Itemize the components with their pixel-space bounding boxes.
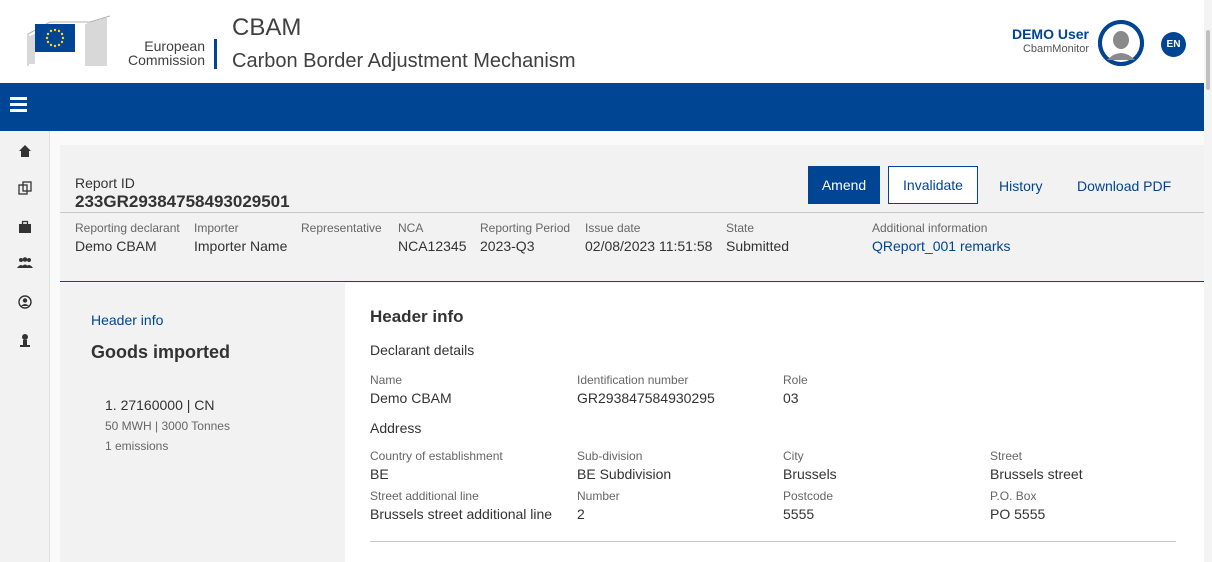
subdivision-label: Sub-division	[577, 449, 643, 463]
header-info-panel: Header info Declarant details Name Demo …	[345, 283, 1204, 562]
importer-label: Importer	[194, 221, 239, 235]
section-divider	[370, 541, 1176, 542]
download-pdf-link[interactable]: Download PDF	[1077, 178, 1171, 194]
menu-icon[interactable]	[10, 97, 30, 117]
state-label: State	[726, 221, 755, 235]
goods-imported-title: Goods imported	[91, 342, 230, 362]
goods-item-emissions: 1 emissions	[105, 439, 169, 453]
subdivision-value: BE Subdivision	[577, 466, 672, 482]
issue-date-label: Issue date	[585, 221, 641, 235]
org-name: European Commission	[123, 39, 205, 67]
user-avatar-icon	[1098, 20, 1144, 66]
goods-item-title[interactable]: 1. 27160000 | CN	[105, 397, 215, 413]
role-label: Role	[783, 373, 808, 387]
declarant-value: Demo CBAM	[75, 238, 157, 254]
nav-bar	[0, 83, 1204, 131]
european-commission-logo[interactable]: European Commission	[20, 14, 210, 70]
issue-date-value: 02/08/2023 11:51:58	[585, 238, 713, 254]
header-info-link[interactable]: Header info	[91, 312, 163, 328]
section-nav-panel: Header info Goods imported 1. 27160000 |…	[60, 283, 345, 562]
representative-label: Representative	[301, 221, 382, 235]
address-heading: Address	[370, 420, 422, 436]
app-long-title: Carbon Border Adjustment Mechanism	[232, 50, 576, 72]
country-value: BE	[370, 466, 389, 482]
period-label: Reporting Period	[480, 221, 571, 235]
user-circle-icon[interactable]	[17, 295, 33, 311]
org-name-line1: European	[144, 38, 205, 54]
report-separator	[60, 212, 1204, 213]
city-label: City	[783, 449, 804, 463]
period-value: 2023-Q3	[480, 238, 535, 254]
sidebar	[0, 131, 50, 562]
street-additional-label: Street additional line	[370, 489, 479, 503]
avatar[interactable]	[1098, 20, 1144, 66]
report-summary-panel: Report ID 233GR29384758493029501 Amend I…	[60, 145, 1204, 282]
country-label: Country of establishment	[370, 449, 503, 463]
org-name-line2: Commission	[127, 52, 205, 68]
street-value: Brussels street	[990, 466, 1083, 482]
number-label: Number	[577, 489, 620, 503]
invalidate-button[interactable]: Invalidate	[888, 166, 978, 204]
header-info-title: Header info	[370, 307, 464, 326]
report-id-value: 233GR29384758493029501	[75, 192, 290, 211]
history-link[interactable]: History	[999, 178, 1043, 194]
user-role: CbamMonitor	[1022, 43, 1089, 55]
scrollbar-thumb[interactable]	[1206, 30, 1210, 90]
state-value: Submitted	[726, 238, 790, 254]
identification-number-value: GR293847584930295	[577, 390, 715, 406]
role-value: 03	[783, 390, 799, 406]
app-short-title: CBAM	[232, 14, 302, 41]
importer-value: Importer Name	[194, 238, 288, 254]
additional-info-link[interactable]: QReport_001 remarks	[872, 238, 1011, 254]
name-value: Demo CBAM	[370, 390, 452, 406]
name-label: Name	[370, 373, 403, 387]
header-divider	[214, 39, 217, 69]
top-header: European Commission CBAM Carbon Border A…	[0, 0, 1212, 83]
declarant-label: Reporting declarant	[75, 221, 180, 235]
user-name[interactable]: DEMO User	[1012, 26, 1089, 42]
po-box-label: P.O. Box	[990, 489, 1037, 503]
content-area: Report ID 233GR29384758493029501 Amend I…	[50, 131, 1204, 562]
additional-info-label: Additional information	[872, 221, 988, 235]
city-value: Brussels	[783, 466, 837, 482]
po-box-value: PO 5555	[990, 506, 1046, 522]
copy-icon[interactable]	[17, 181, 33, 197]
users-icon[interactable]	[17, 256, 33, 272]
report-id-label: Report ID	[75, 175, 135, 191]
street-additional-value: Brussels street additional line	[370, 506, 553, 522]
amend-button[interactable]: Amend	[808, 166, 880, 204]
declarant-details-heading: Declarant details	[370, 342, 475, 358]
person-icon[interactable]	[17, 333, 33, 349]
postcode-label: Postcode	[783, 489, 834, 503]
report-panel-border	[60, 281, 1204, 282]
nca-label: NCA	[398, 221, 424, 235]
eu-flag-icon	[35, 24, 75, 52]
street-label: Street	[990, 449, 1023, 463]
home-icon[interactable]	[17, 144, 33, 160]
page-scrollbar[interactable]	[1204, 0, 1212, 562]
language-button[interactable]: EN	[1161, 32, 1186, 57]
goods-item-quantity: 50 MWH | 3000 Tonnes	[105, 419, 230, 433]
briefcase-icon[interactable]	[17, 220, 33, 236]
nca-value: NCA12345	[398, 238, 467, 254]
postcode-value: 5555	[783, 506, 815, 522]
number-value: 2	[577, 506, 585, 522]
identification-number-label: Identification number	[577, 373, 689, 387]
